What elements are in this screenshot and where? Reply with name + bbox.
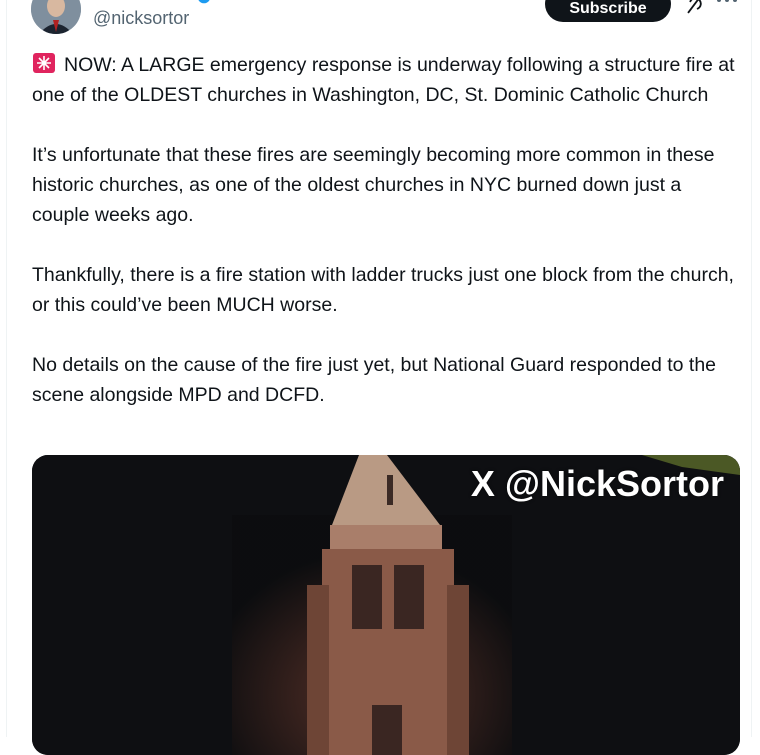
author-handle[interactable]: @nicksortor: [93, 8, 189, 29]
tweet-text: NOW: A LARGE emergency response is under…: [32, 50, 742, 440]
tweet-paragraph-4: No details on the cause of the fire just…: [32, 354, 717, 406]
tweet-paragraph-1: NOW: A LARGE emergency response is under…: [32, 50, 742, 110]
more-horizontal-icon[interactable]: [715, 0, 739, 8]
media-watermark: X @NickSortor: [470, 463, 724, 504]
grok-icon[interactable]: [683, 0, 705, 16]
tweet-card: @nicksortor Subscribe NOW: A LARGE emerg…: [6, 0, 752, 755]
tweet-paragraph-2: It’s unfortunate that these fires are se…: [32, 144, 715, 226]
tweet-paragraph-3: Thankfully, there is a fire station with…: [32, 264, 734, 316]
avatar[interactable]: [31, 0, 81, 34]
police-siren-emoji-icon: [33, 53, 55, 73]
subscribe-button[interactable]: Subscribe: [545, 0, 671, 22]
tweet-paragraph-1-text: NOW: A LARGE emergency response is under…: [32, 54, 735, 106]
tweet-media-video[interactable]: X @NickSortor: [32, 455, 740, 755]
verified-badge-icon: [198, 0, 210, 4]
